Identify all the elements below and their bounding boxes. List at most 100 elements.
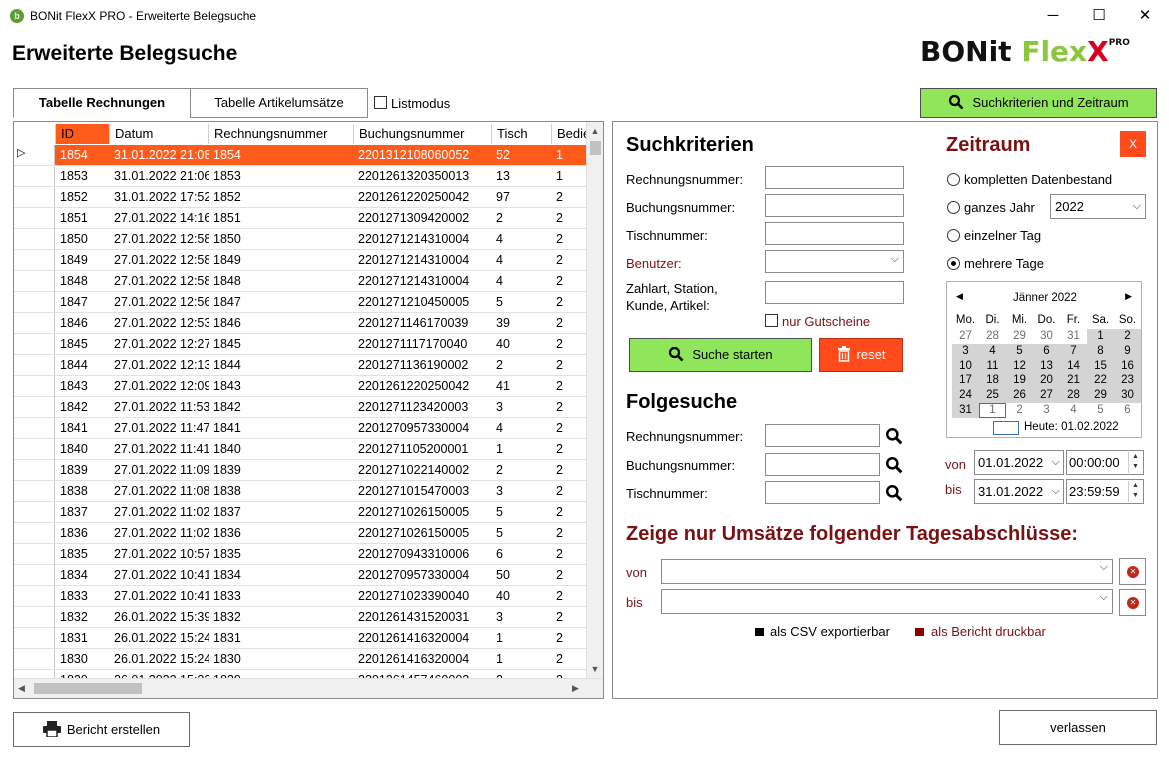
calendar-day[interactable]: 26 [1006, 388, 1033, 404]
calendar-day[interactable]: 21 [1060, 373, 1087, 389]
table-row[interactable]: 1840 27.01.2022 11:41 1840 2201271105200001… [14, 439, 588, 460]
calendar-day[interactable]: 16 [1114, 358, 1141, 374]
calendar-day[interactable]: 4 [979, 343, 1006, 359]
calendar-day[interactable]: 24 [952, 388, 979, 404]
calendar-day[interactable]: 9 [1114, 343, 1141, 359]
calendar-day[interactable]: 11 [979, 358, 1006, 374]
scroll-right-icon[interactable]: ▶ [572, 682, 584, 695]
radio-komplett[interactable] [947, 173, 960, 186]
zeitraum-close-button[interactable]: X [1120, 131, 1146, 157]
table-row[interactable]: 1834 27.01.2022 10:41 1834 2201270957330004… [14, 565, 588, 586]
row-header[interactable] [14, 460, 55, 480]
row-header[interactable] [14, 250, 55, 270]
table-row[interactable]: 1843 27.01.2022 12:09 1843 2201261220250042… [14, 376, 588, 397]
calendar-day[interactable]: 2 [1114, 329, 1141, 344]
search-icon[interactable] [885, 456, 903, 474]
hscroll-thumb[interactable] [34, 683, 142, 694]
calendar-day[interactable]: 31 [952, 403, 979, 418]
scroll-thumb[interactable] [590, 141, 601, 155]
calendar-day[interactable]: 30 [1033, 329, 1060, 344]
row-header[interactable] [14, 376, 55, 396]
calendar-day[interactable]: 18 [979, 373, 1006, 389]
table-row[interactable]: 1850 27.01.2022 12:58 1850 2201271214310004… [14, 229, 588, 250]
spinner-icon[interactable]: ▲ ▼ [1128, 481, 1142, 502]
calendar-day[interactable]: 29 [1006, 329, 1033, 344]
rechnungsnummer-input[interactable] [765, 166, 904, 189]
table-row[interactable]: 182926.01.2022 15:2318292201261457460002… [14, 670, 588, 678]
horizontal-scrollbar[interactable]: ◀ ▶ [14, 678, 603, 698]
tab-rechnungen[interactable]: Tabelle Rechnungen [13, 88, 191, 118]
calendar-day[interactable]: 12 [1006, 358, 1033, 374]
table-row[interactable]: 1849 27.01.2022 12:58 1849 2201271214310004… [14, 250, 588, 271]
scroll-up-icon[interactable]: ▲ [589, 125, 601, 137]
vertical-scrollbar[interactable]: ▲ ▼ [586, 122, 603, 678]
calendar-day[interactable]: 15 [1087, 358, 1114, 374]
column-header[interactable]: ID [56, 124, 110, 144]
row-header[interactable] [14, 481, 55, 501]
listmodus-checkbox[interactable] [374, 96, 387, 109]
calendar-day[interactable]: 6 [1114, 403, 1141, 418]
row-header[interactable] [14, 439, 55, 459]
buchungsnummer-input[interactable] [765, 194, 904, 217]
year-select[interactable]: 2022 ⌵ [1050, 194, 1146, 219]
von-time-picker[interactable]: 00:00:00 ▲ ▼ [1066, 450, 1144, 475]
calendar-next-icon[interactable]: ▶ [1125, 291, 1132, 302]
row-header[interactable] [14, 502, 55, 522]
close-icon[interactable]: ✕ [1122, 0, 1168, 32]
column-header[interactable]: Tisch [492, 124, 552, 144]
table-row[interactable]: 1845 27.01.2022 12:27 1845 2201271117170040… [14, 334, 588, 355]
calendar-day[interactable]: 20 [1033, 373, 1060, 389]
table-row[interactable]: 1846 27.01.2022 12:53 1846 2201271146170039… [14, 313, 588, 334]
suche-starten-button[interactable]: Suche starten [629, 338, 812, 372]
gutscheine-checkbox[interactable] [765, 314, 778, 327]
table-row[interactable]: 1852 31.01.2022 17:52 1852 2201261220250042… [14, 187, 588, 208]
row-header[interactable] [14, 187, 55, 207]
calendar-day[interactable]: 28 [1060, 388, 1087, 404]
column-header[interactable]: Bedie [552, 124, 588, 144]
calendar-day[interactable]: 2 [1006, 403, 1033, 418]
bis-time-picker[interactable]: 23:59:59 ▲ ▼ [1066, 479, 1144, 504]
table-row[interactable]: 1839 27.01.2022 11:09 1839 2201271022140002… [14, 460, 588, 481]
bis-date-picker[interactable]: 31.01.2022 ⌵ [974, 479, 1064, 504]
calendar-day[interactable]: 1 [1087, 329, 1114, 344]
row-header[interactable] [14, 229, 55, 249]
calendar-day[interactable]: 10 [952, 358, 979, 374]
calendar-day[interactable]: 27 [952, 329, 979, 344]
tagesabschluss-bis-select[interactable]: ⌵ [661, 589, 1113, 614]
table-row[interactable]: 1832 26.01.2022 15:39 1832 2201261431520031… [14, 607, 588, 628]
verlassen-button[interactable]: verlassen [999, 710, 1157, 745]
row-header[interactable] [14, 607, 55, 627]
table-row[interactable]: 1851 27.01.2022 14:16 1851 2201271309420002… [14, 208, 588, 229]
row-header[interactable] [14, 292, 55, 312]
row-header[interactable] [14, 355, 55, 375]
calendar-day[interactable]: 17 [952, 373, 979, 389]
calendar-day[interactable]: 14 [1060, 358, 1087, 374]
scroll-down-icon[interactable]: ▼ [589, 663, 601, 675]
column-header[interactable]: Buchungsnummer [354, 124, 492, 144]
tab-artikelumsaetze[interactable]: Tabelle Artikelumsätze [190, 88, 368, 118]
tischnummer-input[interactable] [765, 222, 904, 245]
table-row[interactable]: 1831 26.01.2022 15:24 1831 2201261416320004… [14, 628, 588, 649]
calendar-day[interactable]: 27 [1033, 388, 1060, 404]
calendar-day[interactable]: 13 [1033, 358, 1060, 374]
row-header[interactable] [14, 313, 55, 333]
table-row[interactable]: 1847 27.01.2022 12:56 1847 2201271210450005… [14, 292, 588, 313]
calendar-day[interactable]: 29 [1087, 388, 1114, 404]
row-header[interactable]: ▷ [14, 145, 55, 165]
table-row[interactable]: ▷ 1854 31.01.2022 21:08 1854 220131210806005… [14, 145, 588, 166]
radio-ganzes-jahr[interactable] [947, 201, 960, 214]
table-row[interactable]: 1842 27.01.2022 11:53 1842 2201271123420003… [14, 397, 588, 418]
row-header[interactable] [14, 544, 55, 564]
reset-button[interactable]: reset [819, 338, 903, 372]
row-header[interactable] [14, 208, 55, 228]
tagesabschluss-von-clear-button[interactable]: ✕ [1119, 558, 1146, 585]
row-header[interactable] [14, 334, 55, 354]
row-header[interactable] [14, 565, 55, 585]
tagesabschluss-von-select[interactable]: ⌵ [661, 559, 1113, 584]
calendar-day[interactable]: 28 [979, 329, 1006, 344]
minimize-icon[interactable]: ─ [1030, 0, 1076, 32]
calendar-day[interactable]: 30 [1114, 388, 1141, 404]
table-row[interactable]: 1848 27.01.2022 12:58 1848 2201271214310004… [14, 271, 588, 292]
calendar-day[interactable]: 31 [1060, 329, 1087, 344]
column-header[interactable]: Rechnungsnummer [209, 124, 354, 144]
